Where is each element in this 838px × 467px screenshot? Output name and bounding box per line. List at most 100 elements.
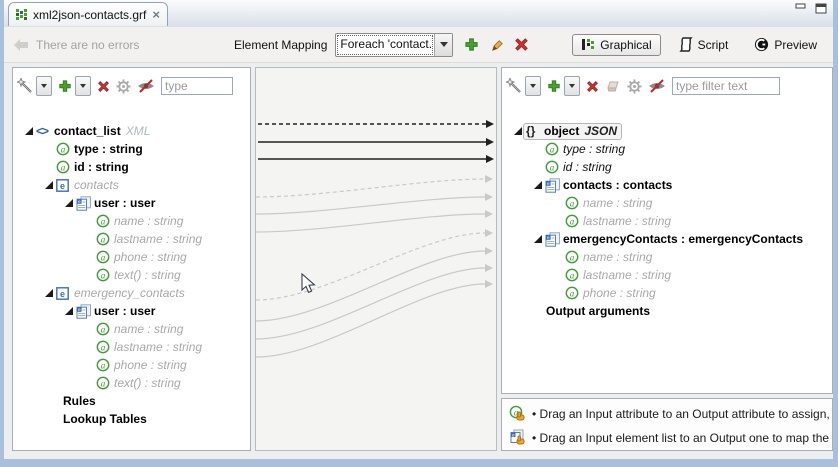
tree-item-name-string[interactable]: aname : string [502,194,652,212]
element-list-icon: e [545,232,563,247]
tree-item-emergencycontacts-emergencycontacts[interactable]: eemergencyContacts : emergencyContacts [502,230,803,248]
svg-text:a: a [101,234,106,244]
mapping-line[interactable] [256,284,485,357]
element-mapping-select[interactable]: Foreach 'contact. [335,33,453,57]
attribute-icon: a [96,250,114,264]
tree-item-label: text() : string [114,268,181,282]
view-toggle-preview[interactable]: Preview [746,34,825,55]
tree-item-text-string[interactable]: a text() : string [13,266,181,284]
svg-text:a: a [570,252,575,262]
tree-item-name-string[interactable]: aname : string [502,248,652,266]
mapping-toolbar: There are no errors Element Mapping Fore… [4,27,833,63]
edit-mapping-button[interactable] [489,37,504,52]
tree-item-phone-string[interactable]: aphone : string [502,284,656,302]
element-icon: e [56,287,74,300]
tree-item-label: emergency_contacts [74,286,185,300]
expander-icon[interactable] [65,199,76,207]
tree-item-lastname-string[interactable]: alastname : string [13,338,202,356]
tree-item-phone-string[interactable]: aphone : string [13,248,187,266]
arrowhead-icon [485,229,493,237]
tree-item-rules[interactable]: Rules [13,392,96,410]
tree-item-contacts[interactable]: econtacts [13,176,119,194]
tree-item-lastname-string[interactable]: alastname : string [502,212,671,230]
attribute-icon: a [565,250,583,264]
mapping-line[interactable] [256,214,485,232]
tree-item-lastname-string[interactable]: alastname : string [502,266,671,284]
expander-icon[interactable] [45,289,56,297]
svg-text:a: a [550,162,555,172]
tree-item-label: id : string [563,160,612,174]
arrowhead-icon [485,247,493,255]
maximize-view-icon[interactable] [815,3,827,14]
minimize-view-icon[interactable] [795,3,807,14]
attribute-icon: a [96,376,114,390]
mapping-line[interactable] [256,197,485,214]
view-toggle-script[interactable]: Script [671,34,737,55]
view-toggle-graphical[interactable]: Graphical [572,34,660,56]
combo-arrow-icon[interactable] [434,34,452,56]
graphical-view-icon [581,38,595,51]
tree-item-label: user : user [94,196,155,210]
attribute-icon: a [565,268,583,282]
tab-close-icon[interactable]: × [152,9,160,21]
expander-icon[interactable] [534,235,545,243]
tree-item-output-arguments[interactable]: Output arguments [502,302,650,320]
arrowhead-icon [485,175,493,183]
expander-icon[interactable] [534,181,545,189]
attribute-icon: a [545,160,563,174]
tree-item-user-user[interactable]: euser : user [13,302,155,320]
tree-item-id-string[interactable]: aid : string [13,158,129,176]
tree-item-name-string[interactable]: aname : string [13,320,183,338]
mapping-canvas[interactable] [255,67,497,451]
mapping-hints-box: a • Drag an Input attribute to an Output… [501,398,833,451]
tree-item-label: phone : string [583,286,656,300]
tree-item-phone-string[interactable]: aphone : string [13,356,187,374]
arrowhead-icon [486,138,494,146]
tree-item-contacts-contacts[interactable]: econtacts : contacts [502,176,672,194]
tree-item-text-string[interactable]: a text() : string [13,374,181,392]
arrowhead-icon [485,210,493,218]
svg-text:a: a [101,270,106,280]
mapping-line[interactable] [256,268,485,339]
tab-xml2json-contacts[interactable]: xml2json-contacts.grf × [8,2,168,26]
tree-item-object[interactable]: {}objectJSON [502,122,622,140]
expander-icon[interactable] [45,181,56,189]
tree-item-type-string[interactable]: atype : string [13,140,143,158]
tree-item-lookup-tables[interactable]: Lookup Tables [13,410,147,428]
tree-item-type-string[interactable]: atype : string [502,140,625,158]
svg-text:a: a [101,342,106,352]
preview-icon [754,37,769,52]
arrowhead-icon [486,120,494,128]
hint-text: • Drag an Input attribute to an Output a… [532,407,830,421]
selected-item-box: {}objectJSON [523,123,622,140]
element-list-drag-icon: e [509,429,526,446]
mapping-line[interactable] [256,179,485,197]
tree-item-label: Output arguments [546,304,650,318]
tree-item-label: name : string [114,214,183,228]
attribute-icon: a [545,142,563,156]
tree-item-label: phone : string [114,358,187,372]
tree-item-name-string[interactable]: aname : string [13,212,183,230]
expander-icon[interactable] [25,127,36,135]
svg-text:a: a [101,252,106,262]
delete-mapping-button[interactable] [514,37,529,52]
input-tree: <>contact_listXMLatype : stringaid : str… [13,68,250,450]
tree-item-label: text() : string [114,376,181,390]
tree-item-id-string[interactable]: a id : string [502,158,612,176]
svg-text:a: a [570,270,575,280]
tree-item-contact-list[interactable]: <>contact_listXML [13,122,150,140]
tree-item-user-user[interactable]: e user : user [13,194,155,212]
status-text: There are no errors [36,38,139,52]
mapping-line[interactable] [256,251,485,321]
tree-item-lastname-string[interactable]: alastname : string [13,230,202,248]
svg-text:a: a [101,378,106,388]
expander-icon[interactable] [65,307,76,315]
view-label: Preview [774,38,817,52]
add-mapping-button[interactable] [464,37,479,52]
element-mapping-value: Foreach 'contact. [336,34,434,56]
svg-text:e: e [78,199,81,204]
output-tree: {}objectJSONatype : stringaid : stringec… [502,68,832,393]
tree-item-emergency-contacts[interactable]: eemergency_contacts [13,284,185,302]
tree-item-label: name : string [114,322,183,336]
attribute-icon: a [56,160,74,174]
